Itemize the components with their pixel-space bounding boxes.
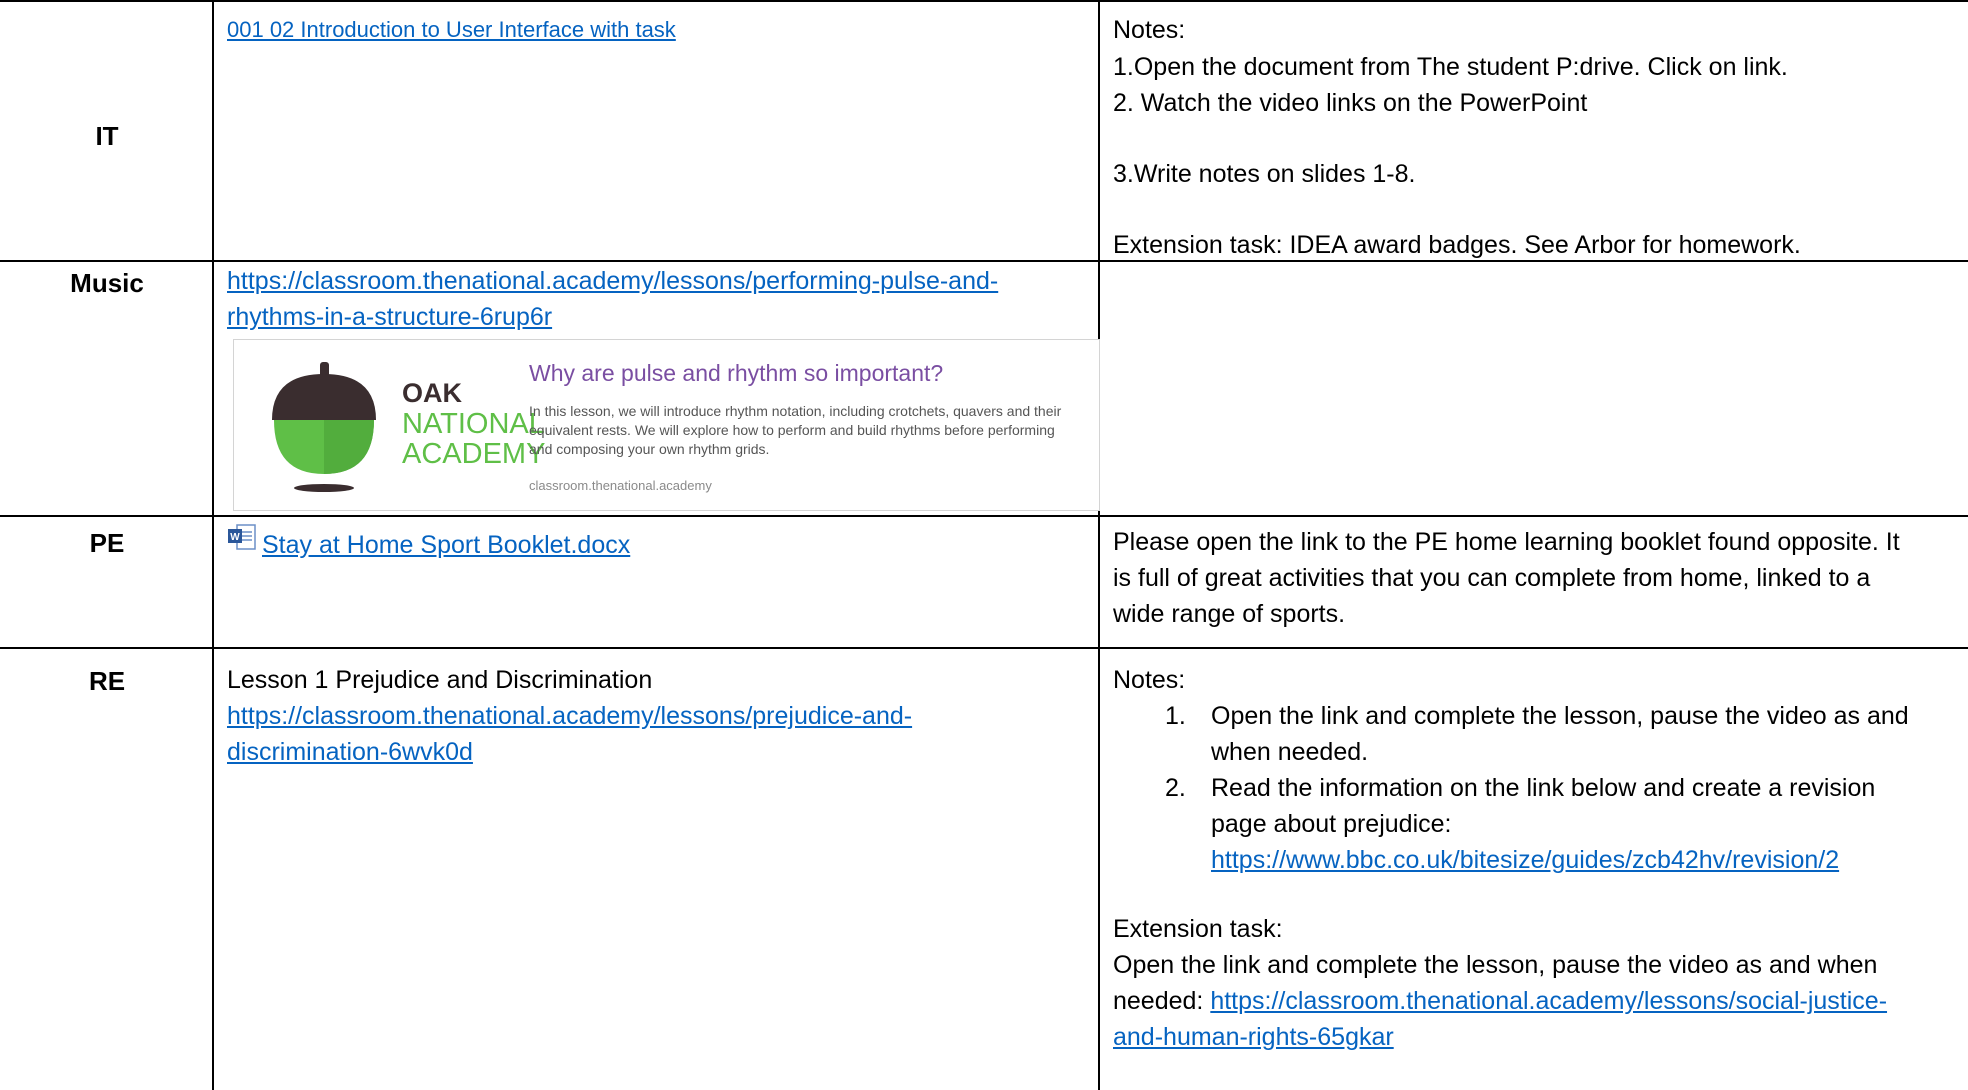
extension-line: Open the link and complete the lesson, p… [1113, 951, 1878, 979]
it-note-1: 1.Open the document from The student P:d… [1113, 53, 1788, 81]
pe-booklet-file-link[interactable]: Stay at Home Sport Booklet.docx [262, 527, 630, 563]
pe-note-line: wide range of sports. [1113, 600, 1346, 628]
it-extension-note: Extension task: IDEA award badges. See A… [1113, 231, 1801, 259]
extension-label: Extension task: [1113, 915, 1283, 943]
oak-acorn-logo-icon [272, 362, 376, 492]
svg-text:W: W [230, 532, 240, 543]
subject-label: RE [88, 666, 126, 696]
link-preview-card[interactable]: OAK NATIONAL ACADEMY Why are pulse and r… [233, 339, 1100, 511]
music-lesson-link-line1[interactable]: https://classroom.thenational.academy/le… [227, 263, 998, 299]
it-note-2: 2. Watch the video links on the PowerPoi… [1113, 89, 1588, 117]
list-item: 1. Open the link and complete the lesson… [1165, 702, 1909, 766]
subject-label: Music [70, 268, 144, 298]
it-note-3: 3.Write notes on slides 1-8. [1113, 160, 1416, 188]
oak-logo-text: ACADEMY [402, 438, 546, 470]
row-divider [0, 647, 1968, 649]
row-divider [0, 515, 1968, 517]
preview-description: In this lesson, we will introduce rhythm… [529, 403, 1062, 457]
pe-note-line: Please open the link to the PE home lear… [1113, 528, 1900, 556]
re-lesson-title: Lesson 1 Prejudice and Discrimination [227, 666, 653, 694]
column-divider [1098, 0, 1100, 1090]
notes-label: Notes: [1113, 666, 1186, 694]
oak-logo-text: OAK [402, 378, 462, 408]
row-divider [0, 0, 1968, 2]
subject-label: IT [95, 121, 119, 151]
preview-domain: classroom.thenational.academy [529, 478, 712, 493]
subject-label: PE [89, 528, 125, 558]
extension-lesson-link[interactable]: https://classroom.thenational.academy/le… [1210, 987, 1887, 1015]
re-lesson-link-line2[interactable]: discrimination-6wvk0d [227, 734, 473, 770]
it-lesson-link[interactable]: 001 02 Introduction to User Interface wi… [227, 12, 676, 48]
pe-note-line: is full of great activities that you can… [1113, 564, 1871, 592]
column-divider [212, 0, 214, 1090]
extension-lesson-link[interactable]: and-human-rights-65gkar [1113, 1019, 1394, 1055]
re-steps-list: 1. Open the link and complete the lesson… [1113, 698, 1963, 878]
oak-logo-text: NATIONAL [402, 408, 545, 440]
preview-title: Why are pulse and rhythm so important? [529, 360, 944, 386]
bbc-bitesize-link[interactable]: https://www.bbc.co.uk/bitesize/guides/zc… [1211, 842, 1963, 878]
re-lesson-link-line1[interactable]: https://classroom.thenational.academy/le… [227, 698, 912, 734]
music-lesson-link-line2[interactable]: rhythms-in-a-structure-6rup6r [227, 299, 552, 335]
notes-label: Notes: [1113, 16, 1186, 44]
list-item: 2. Read the information on the link belo… [1113, 770, 1963, 878]
word-document-icon: W [228, 524, 256, 550]
extension-line: needed: https://classroom.thenational.ac… [1113, 987, 1888, 1015]
